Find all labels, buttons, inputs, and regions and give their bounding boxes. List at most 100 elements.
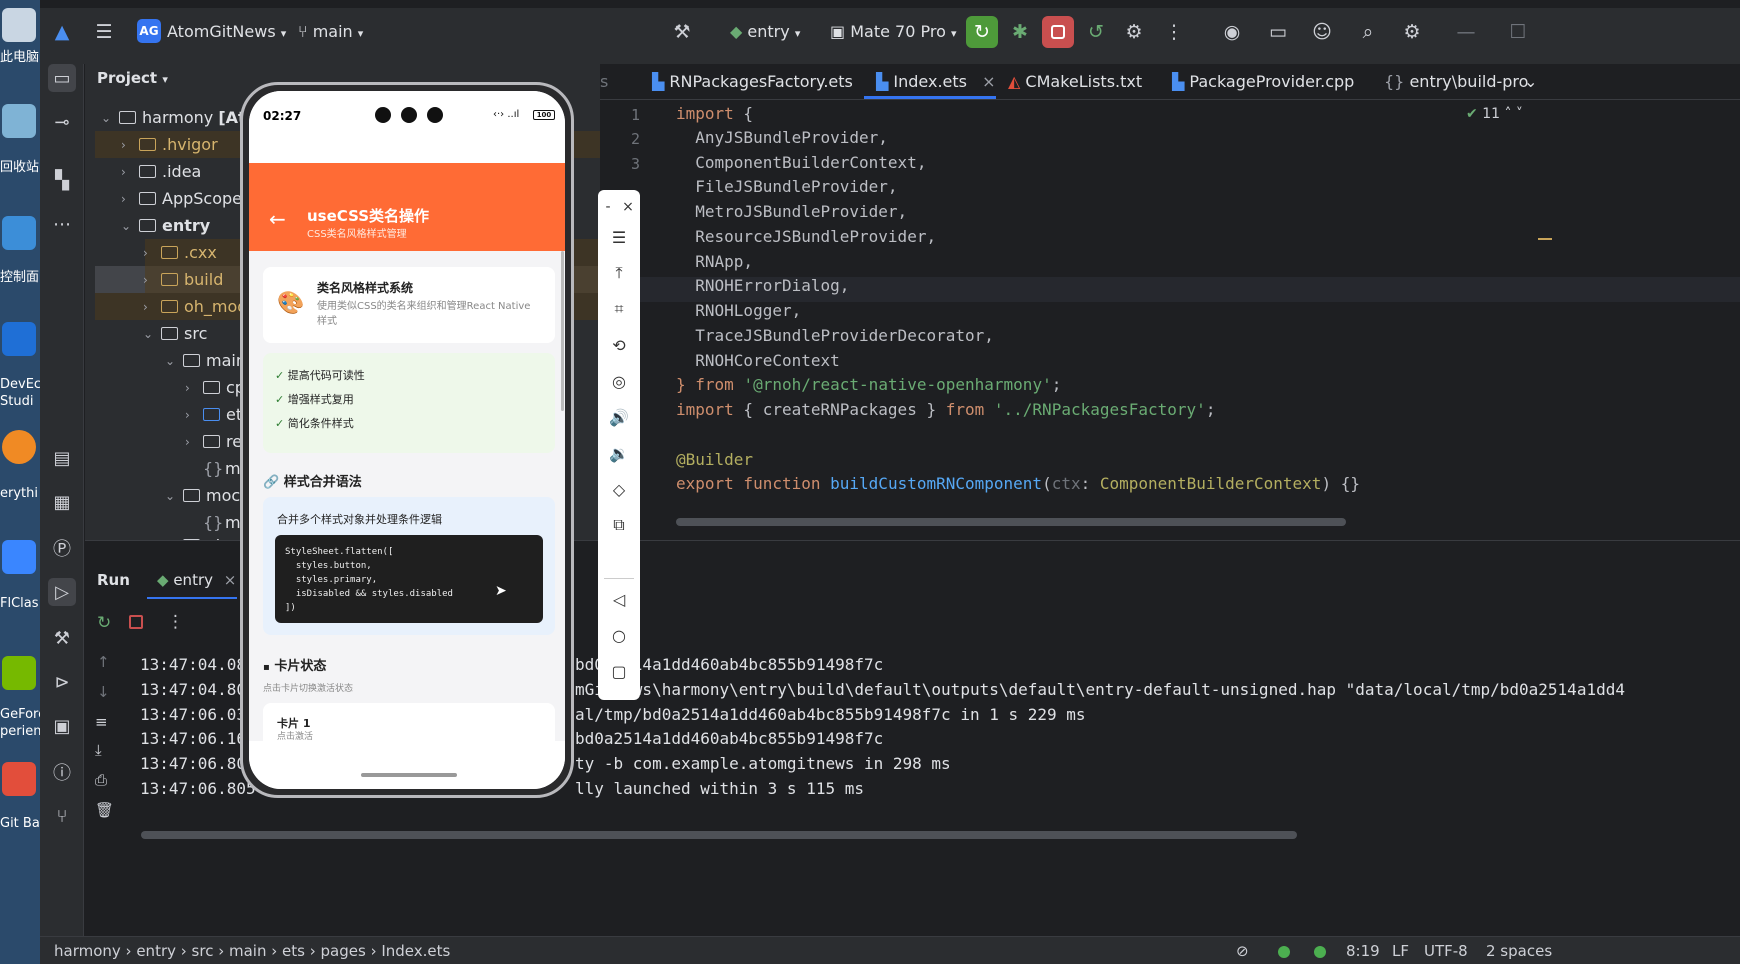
profiler-icon[interactable]: Ⓟ xyxy=(48,534,76,562)
print-icon[interactable]: ⎙ xyxy=(95,771,107,789)
todo-icon[interactable]: ▤ xyxy=(48,444,76,472)
scroll-up-icon[interactable]: ↑ xyxy=(97,653,110,671)
phone-screen[interactable]: 02:27 ‹·› ..ıl 100 ← useCSS类名操作 CSS类名风格样… xyxy=(249,91,565,789)
tree-item-entry[interactable]: ⌄ entry xyxy=(121,212,210,239)
file-encoding[interactable]: UTF-8 xyxy=(1424,942,1468,960)
run-tool-icon[interactable]: ▷ xyxy=(48,578,76,606)
indent-setting[interactable]: 2 spaces xyxy=(1486,942,1552,960)
recycle-bin-icon[interactable] xyxy=(2,104,36,138)
tree-item-idea[interactable]: › .idea xyxy=(121,158,201,185)
stop-button[interactable] xyxy=(1042,16,1074,48)
back-nav-icon[interactable]: ◁ xyxy=(606,586,632,612)
git-icon[interactable]: ⑂ xyxy=(48,802,76,830)
commit-icon[interactable]: ⊸ xyxy=(48,108,76,136)
tree-item-ets[interactable]: › et xyxy=(185,401,242,428)
tree-item-src[interactable]: ⌄ src xyxy=(143,320,207,347)
hide-icon[interactable]: ⊘ xyxy=(1236,942,1249,960)
breadcrumb-item[interactable]: entry xyxy=(136,942,176,960)
editor-horizontal-scrollbar[interactable] xyxy=(676,518,1346,526)
run-tab-entry[interactable]: ◆ entry × xyxy=(157,571,236,589)
volume-up-icon[interactable]: 🔊 xyxy=(606,404,632,430)
tab-packageprovider[interactable]: ▙ PackageProvider.cpp xyxy=(1172,72,1354,91)
breadcrumb-item[interactable]: pages xyxy=(321,942,366,960)
project-panel-title[interactable]: Project ▾ xyxy=(97,69,168,87)
minimize-icon[interactable]: — xyxy=(1452,18,1480,46)
close-tab-icon[interactable]: × xyxy=(224,571,237,589)
tab-rnpackagesfactory[interactable]: ▙ RNPackagesFactory.ets xyxy=(652,72,853,91)
more-tools-icon[interactable]: ⋯ xyxy=(48,210,76,238)
status-dot-icon[interactable] xyxy=(1314,946,1326,958)
tab-index-ets[interactable]: ▙ Index.ets × xyxy=(876,72,996,91)
rotate-icon[interactable]: ⟲ xyxy=(606,332,632,358)
attach-debugger-icon[interactable]: ⚙ xyxy=(1120,18,1148,46)
clear-trash-icon[interactable]: 🗑 xyxy=(95,801,114,819)
tree-item-appscope[interactable]: › AppScope xyxy=(121,185,242,212)
home-indicator[interactable] xyxy=(361,773,457,777)
inspection-widget[interactable]: ✔ 11 ˄ ˅ xyxy=(1466,106,1523,122)
rerun-button[interactable]: ↻ xyxy=(966,16,998,48)
back-arrow-icon[interactable]: ← xyxy=(269,207,286,231)
tree-item-mock-json[interactable]: {} m xyxy=(203,509,241,536)
apply-changes-icon[interactable]: ↺ xyxy=(1082,18,1110,46)
run-config-selector[interactable]: ◆ entry ▾ xyxy=(730,22,800,41)
fold-icon[interactable]: ◇ xyxy=(606,476,632,502)
search-icon[interactable]: ⌕ xyxy=(1354,18,1382,46)
account-icon[interactable]: ☺ xyxy=(1308,18,1336,46)
breadcrumb-item[interactable]: src xyxy=(192,942,214,960)
minimize-icon[interactable]: - xyxy=(598,194,618,220)
terminal-icon[interactable]: ▣ xyxy=(48,712,76,740)
volume-down-icon[interactable]: 🔉 xyxy=(606,440,632,466)
breadcrumb-item[interactable]: harmony xyxy=(54,942,121,960)
tree-item-mock[interactable]: ⌄ mocl xyxy=(165,482,245,509)
tab-overflow-chevron-icon[interactable]: ⌄ xyxy=(1524,72,1537,91)
breadcrumb-item[interactable]: ets xyxy=(282,942,305,960)
status-dot-icon[interactable] xyxy=(1278,946,1290,958)
tree-item-resources[interactable]: › re xyxy=(185,428,242,455)
problems-icon[interactable]: ⓘ xyxy=(48,758,76,786)
branch-switcher[interactable]: ⑂ main ▾ xyxy=(298,22,363,41)
close-tab-icon[interactable]: × xyxy=(982,72,995,91)
breadcrumb-item[interactable]: main xyxy=(229,942,266,960)
codelinter-icon[interactable]: ◉ xyxy=(1218,18,1246,46)
build-icon[interactable]: ⚒ xyxy=(48,624,76,652)
settings-gear-icon[interactable]: ⚙ xyxy=(1398,18,1426,46)
scroll-down-icon[interactable]: ↓ xyxy=(97,683,110,701)
close-icon[interactable]: × xyxy=(618,194,638,220)
caret-position[interactable]: 8:19 xyxy=(1346,942,1380,960)
home-nav-icon[interactable]: ○ xyxy=(606,622,632,648)
soft-wrap-icon[interactable]: ≡ xyxy=(95,713,108,731)
log-horizontal-scrollbar[interactable] xyxy=(141,831,1297,839)
pin-top-icon[interactable]: ⤒ xyxy=(606,260,632,286)
build-hammer-icon[interactable]: ⚒ xyxy=(668,18,696,46)
services-icon[interactable]: ⊳ xyxy=(48,668,76,696)
tree-item-oh-modules[interactable]: › oh_mod xyxy=(143,293,247,320)
tab-build-profile[interactable]: {} entry\build-pro xyxy=(1384,72,1528,91)
more-actions-icon[interactable]: ⋮ xyxy=(1160,18,1188,46)
everything-icon[interactable] xyxy=(2,430,36,464)
maximize-icon[interactable]: ☐ xyxy=(1504,18,1532,46)
tab-hidden[interactable]: s xyxy=(600,72,608,91)
project-folder-icon[interactable]: ▭ xyxy=(48,64,76,92)
geforce-experience-icon[interactable] xyxy=(2,656,36,690)
main-menu-icon[interactable]: ☰ xyxy=(90,18,118,46)
menu-icon[interactable]: ☰ xyxy=(606,224,632,250)
device-manager-icon[interactable]: ▭ xyxy=(1264,18,1292,46)
tree-item-cpp[interactable]: › cp xyxy=(185,374,245,401)
tree-item-main[interactable]: ⌄ main xyxy=(165,347,246,374)
tree-item-hvigor[interactable]: › .hvigor xyxy=(121,131,218,158)
flclash-icon[interactable] xyxy=(2,540,36,574)
computer-icon[interactable] xyxy=(2,8,36,42)
structure-icon[interactable]: ▚ xyxy=(48,166,76,194)
recents-nav-icon[interactable]: ▢ xyxy=(606,658,632,684)
layout-icon[interactable]: ▦ xyxy=(48,488,76,516)
control-panel-icon[interactable] xyxy=(2,216,36,250)
line-separator[interactable]: LF xyxy=(1392,942,1409,960)
debug-bug-icon[interactable]: ✱ xyxy=(1006,18,1034,46)
git-bash-icon[interactable] xyxy=(2,762,36,796)
device-selector[interactable]: ▣ Mate 70 Pro ▾ xyxy=(830,22,956,41)
editor-vertical-scrollbar[interactable] xyxy=(1724,100,1732,520)
tree-item-build[interactable]: › build xyxy=(143,266,223,293)
project-switcher[interactable]: AtomGitNews ▾ xyxy=(167,22,286,41)
multi-screen-icon[interactable]: ⧉ xyxy=(606,512,632,538)
stop-icon[interactable] xyxy=(129,615,143,629)
